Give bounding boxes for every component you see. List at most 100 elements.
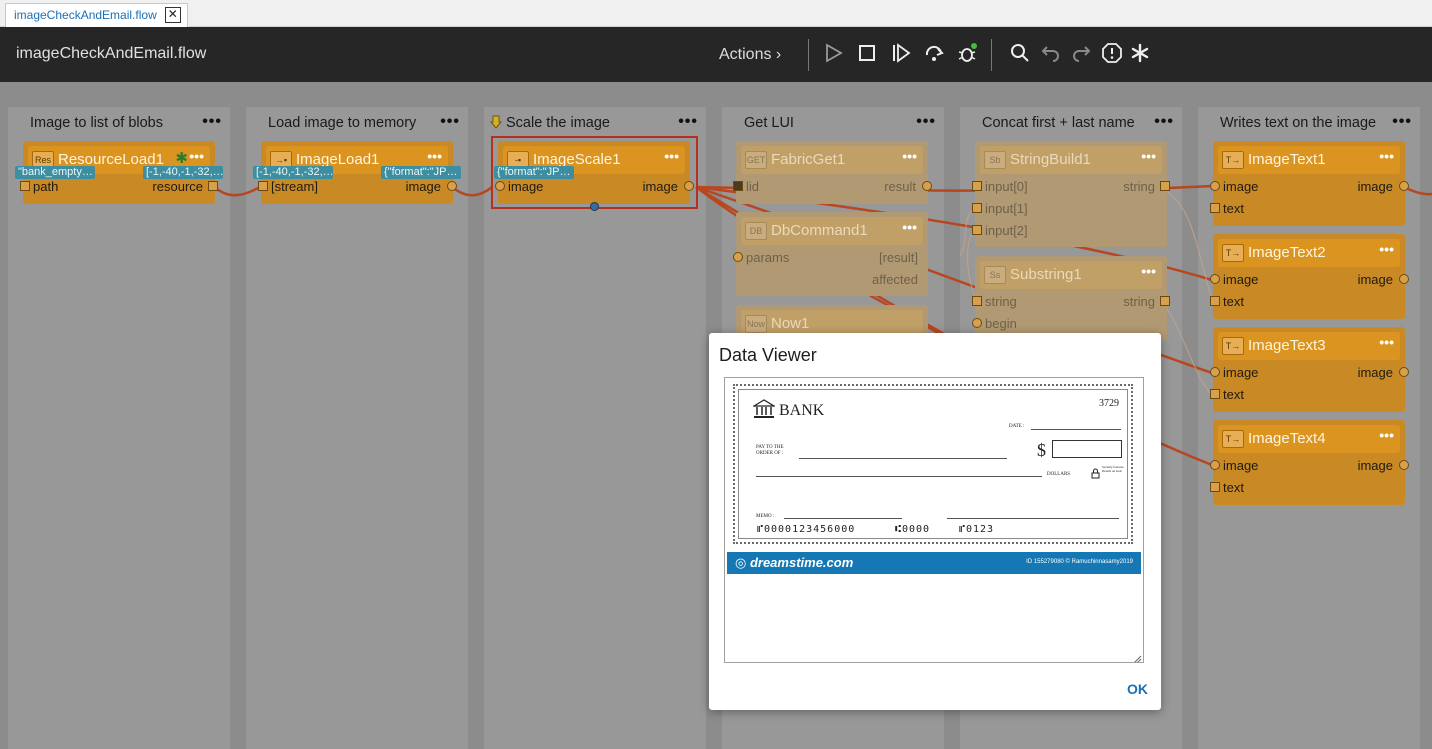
port-label-text: text xyxy=(1223,201,1244,216)
node-imagetext3[interactable]: T→ ImageText3 ••• image text image xyxy=(1210,327,1409,412)
node-title: DbCommand1 xyxy=(771,222,868,239)
node-header[interactable]: Sb StringBuild1 ••• xyxy=(980,146,1162,174)
input-port-pin[interactable] xyxy=(258,181,268,191)
input-port-pin[interactable] xyxy=(1210,296,1220,306)
ok-button[interactable]: OK xyxy=(1127,681,1148,697)
input-port-pin[interactable] xyxy=(1210,274,1220,284)
input-port-pin[interactable] xyxy=(1210,460,1220,470)
node-imagetext2[interactable]: T→ ImageText2 ••• image text image xyxy=(1210,234,1409,319)
output-port-pin[interactable] xyxy=(1399,367,1409,377)
port-label-input0: input[0] xyxy=(985,179,1028,194)
node-header[interactable]: T→ ImageText3 ••• xyxy=(1218,332,1400,360)
node-menu-button[interactable]: ••• xyxy=(1379,148,1394,164)
node-menu-button[interactable]: ••• xyxy=(1379,334,1394,350)
cheque-dollar-sign: $ xyxy=(1037,440,1046,460)
node-imagetext1[interactable]: T→ ImageText1 ••• image text image xyxy=(1210,141,1409,226)
cheque-order-of: ORDER OF : xyxy=(756,451,784,456)
node-header[interactable]: T→ ImageText1 ••• xyxy=(1218,146,1400,174)
port-label-stream: [stream] xyxy=(271,179,318,194)
node-title: Now1 xyxy=(771,315,810,332)
input-port-pin[interactable] xyxy=(972,318,982,328)
cheque-bank-name: BANK xyxy=(779,402,825,419)
node-header[interactable]: T→ ImageText2 ••• xyxy=(1218,239,1400,267)
port-label-string: string xyxy=(985,294,1017,309)
input-port-pin[interactable] xyxy=(20,181,30,191)
input-port-pin[interactable] xyxy=(733,181,743,191)
port-label-image-out: image xyxy=(1357,272,1393,287)
port-label-string-out: string xyxy=(1123,294,1155,309)
payee-line xyxy=(799,458,1007,459)
output-port-pin[interactable] xyxy=(922,181,932,191)
input-port-pin[interactable] xyxy=(1210,482,1220,492)
node-title: FabricGet1 xyxy=(771,151,846,168)
input-port-pin[interactable] xyxy=(1210,203,1220,213)
input-port-pin[interactable] xyxy=(972,296,982,306)
input-port-pin[interactable] xyxy=(972,181,982,191)
output-port-pin[interactable] xyxy=(1399,181,1409,191)
node-type-badge: Sb xyxy=(984,151,1006,169)
port-label-image-out: image xyxy=(642,179,678,194)
node-menu-button[interactable]: ••• xyxy=(189,148,204,164)
output-port-pin[interactable] xyxy=(208,181,218,191)
node-type-badge: T→ xyxy=(1222,430,1244,448)
input-port-pin[interactable] xyxy=(1210,389,1220,399)
output-port-pin[interactable] xyxy=(1160,181,1170,191)
node-menu-button[interactable]: ••• xyxy=(902,148,917,164)
lock-icon xyxy=(1091,466,1100,479)
node-fabricget1[interactable]: GET FabricGet1 ••• lid result xyxy=(733,141,932,204)
node-header[interactable]: DB DbCommand1 ••• xyxy=(741,217,923,245)
node-type-badge: GET xyxy=(745,151,767,169)
cheque-date-label: DATE : xyxy=(1009,424,1025,429)
node-title: ImageText1 xyxy=(1248,151,1326,168)
node-title: ImageText2 xyxy=(1248,244,1326,261)
node-imageload1[interactable]: →▪ ImageLoad1 ••• [-1,-40,-1,-32,… {"for… xyxy=(253,141,461,204)
node-type-badge: T→ xyxy=(1222,151,1244,169)
node-title: ImageText3 xyxy=(1248,337,1326,354)
node-imagetext4[interactable]: T→ ImageText4 ••• image text image xyxy=(1210,420,1409,505)
output-port-pin[interactable] xyxy=(684,181,694,191)
node-title: Substring1 xyxy=(1010,266,1082,283)
node-menu-button[interactable]: ••• xyxy=(1379,241,1394,257)
node-menu-button[interactable]: ••• xyxy=(1141,148,1156,164)
port-label-input2: input[2] xyxy=(985,223,1028,238)
output-port-pin[interactable] xyxy=(1399,274,1409,284)
input-port-pin[interactable] xyxy=(1210,367,1220,377)
node-resourceload1[interactable]: Res ResourceLoad1 ✱ ••• "bank_empty… [-1… xyxy=(15,141,223,204)
image-viewer[interactable]: BANK 3729 DATE : PAY TO THE ORDER OF : $… xyxy=(724,377,1144,663)
node-type-badge: T→ xyxy=(1222,244,1244,262)
port-label-text: text xyxy=(1223,387,1244,402)
port-label-image: image xyxy=(1223,272,1259,287)
node-stringbuild1[interactable]: Sb StringBuild1 ••• input[0] input[1] in… xyxy=(972,141,1170,247)
node-menu-button[interactable]: ••• xyxy=(427,148,442,164)
input-port-pin[interactable] xyxy=(495,181,505,191)
node-imagescale1[interactable]: -▪ ImageScale1 ••• {"format":"JP… image … xyxy=(494,141,694,211)
node-type-badge: DB xyxy=(745,222,767,240)
input-port-pin[interactable] xyxy=(1210,181,1220,191)
node-header[interactable]: GET FabricGet1 ••• xyxy=(741,146,923,174)
data-viewer-dialog: Data Viewer BANK 3729 DATE : PAY TO THE … xyxy=(709,333,1161,710)
bank-building-icon xyxy=(751,399,777,419)
port-label-image-out: image xyxy=(1357,179,1393,194)
node-menu-button[interactable]: ••• xyxy=(1141,263,1156,279)
cheque-security-note: Security features Details on back xyxy=(1102,465,1124,473)
node-header[interactable]: T→ ImageText4 ••• xyxy=(1218,425,1400,453)
node-menu-button[interactable]: ••• xyxy=(1379,427,1394,443)
port-label-image-out: image xyxy=(1357,365,1393,380)
output-port-pin[interactable] xyxy=(1399,460,1409,470)
input-port-pin[interactable] xyxy=(733,252,743,262)
node-header[interactable]: Ss Substring1 ••• xyxy=(980,261,1162,289)
flow-port-dot[interactable] xyxy=(590,202,599,211)
port-label-string: string xyxy=(1123,179,1155,194)
port-label-image: image xyxy=(405,179,441,194)
input-port-pin[interactable] xyxy=(972,225,982,235)
resize-handle-icon[interactable] xyxy=(1132,651,1142,662)
node-menu-button[interactable]: ••• xyxy=(664,148,679,164)
node-menu-button[interactable]: ••• xyxy=(902,219,917,235)
node-dbcommand1[interactable]: DB DbCommand1 ••• params [result] affect… xyxy=(733,212,928,296)
cheque-pay-to: PAY TO THE xyxy=(756,445,784,450)
input-port-pin[interactable] xyxy=(972,203,982,213)
node-substring1[interactable]: Ss Substring1 ••• string begin string xyxy=(972,256,1170,341)
output-port-pin[interactable] xyxy=(1160,296,1170,306)
port-label-image: image xyxy=(1223,179,1259,194)
output-port-pin[interactable] xyxy=(447,181,457,191)
